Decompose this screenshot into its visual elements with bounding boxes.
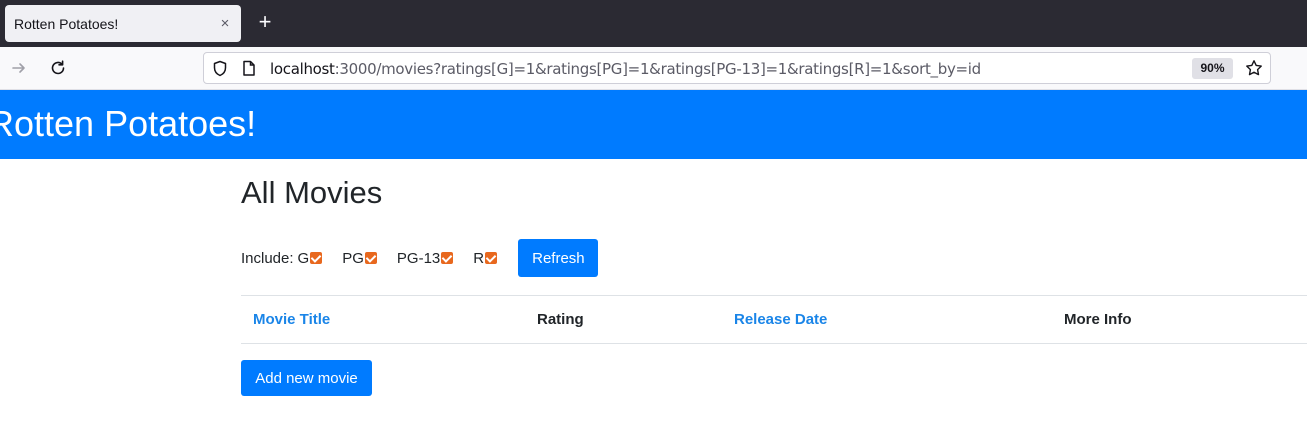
rating-checkbox-r[interactable] [485,252,498,264]
shield-icon[interactable] [212,60,228,82]
rating-label-pg: PG [342,249,364,267]
refresh-button[interactable]: Refresh [518,239,599,277]
browser-nav-bar: localhost:3000/movies?ratings[G]=1&ratin… [0,47,1307,90]
url-path: :3000/movies?ratings[G]=1&ratings[PG]=1&… [334,60,982,78]
url-text[interactable]: localhost:3000/movies?ratings[G]=1&ratin… [270,60,981,78]
tab-title: Rotten Potatoes! [14,15,119,32]
column-header-release-date[interactable]: Release Date [722,295,1052,344]
zoom-indicator[interactable]: 90% [1192,58,1233,79]
rating-label-r: R [473,249,485,267]
browser-tab[interactable]: Rotten Potatoes! × [5,5,241,42]
rating-checkbox-pg13[interactable] [441,252,454,264]
include-label: Include: [241,249,294,267]
tab-close-icon[interactable]: × [217,15,233,32]
ratings-filter-form: Include: G PG PG-13 R Refresh [241,239,599,277]
movies-table-header: Movie Title Rating Release Date More Inf… [241,295,1307,344]
browser-tab-strip: Rotten Potatoes! × + [0,0,1307,47]
site-header: Rotten Potatoes! [0,90,1307,159]
rating-label-g: G [297,249,310,267]
forward-icon[interactable] [7,56,31,80]
rating-checkbox-g[interactable] [310,252,323,264]
add-new-movie-button[interactable]: Add new movie [241,360,372,396]
filter-item-r: R [473,249,498,267]
column-header-more-info: More Info [1052,295,1307,344]
new-tab-icon[interactable]: + [254,11,276,34]
page-icon[interactable] [242,60,256,82]
bookmark-star-icon[interactable] [1245,59,1263,82]
url-host: localhost [270,60,335,78]
site-title: Rotten Potatoes! [0,103,257,144]
url-bar[interactable]: localhost:3000/movies?ratings[G]=1&ratin… [203,52,1271,84]
page-title: All Movies [241,175,383,210]
rating-checkbox-pg[interactable] [364,252,377,264]
rating-label-pg13: PG-13 [396,249,441,267]
filter-item-g: Include: G [241,249,323,267]
movies-table: Movie Title Rating Release Date More Inf… [241,295,1307,344]
filter-item-pg: PG [342,250,377,267]
column-header-title[interactable]: Movie Title [241,295,525,344]
table-header-row: Movie Title Rating Release Date More Inf… [241,295,1307,344]
column-header-rating: Rating [525,295,722,344]
reload-icon[interactable] [46,56,70,80]
filter-item-pg13: PG-13 [396,249,454,267]
